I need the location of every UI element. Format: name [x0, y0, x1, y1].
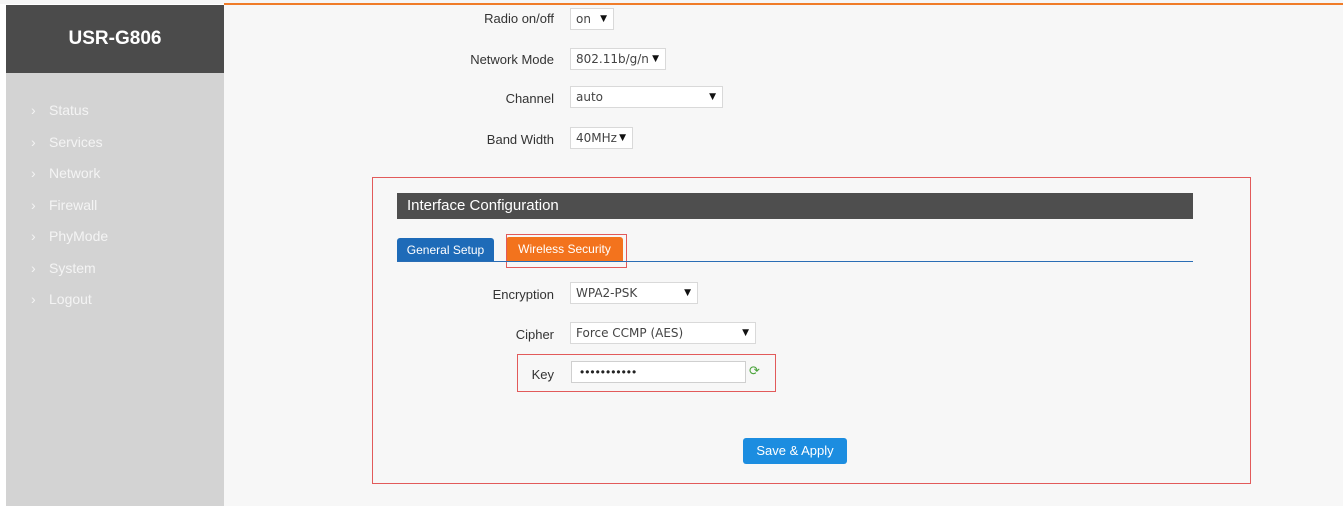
encryption-select[interactable]: WPA2-PSK ▼: [570, 282, 698, 304]
key-label: Key: [531, 367, 554, 382]
caret-down-icon: ▼: [742, 328, 749, 338]
sidebar-item-logout[interactable]: › Logout: [6, 284, 224, 316]
channel-select[interactable]: auto ▼: [570, 86, 723, 108]
chevron-right-icon: ›: [31, 133, 36, 150]
cipher-label: Cipher: [515, 327, 554, 342]
sidebar-item-services[interactable]: › Services: [6, 127, 224, 159]
refresh-icon[interactable]: ⟳: [749, 363, 763, 379]
tab-underline: [397, 261, 1193, 262]
caret-down-icon: ▼: [684, 288, 691, 298]
network-mode-select[interactable]: 802.11b/g/n ▼: [570, 48, 666, 70]
bandwidth-label: Band Width: [486, 132, 554, 147]
radio-label: Radio on/off: [484, 11, 554, 26]
caret-down-icon: ▼: [709, 92, 716, 102]
radio-select[interactable]: on ▼: [570, 8, 614, 30]
network-mode-label: Network Mode: [470, 52, 554, 67]
channel-label: Channel: [505, 91, 554, 106]
sidebar-nav: › Status › Services › Network › Firewall › Ph…: [6, 95, 224, 316]
top-border: [0, 0, 1343, 5]
sidebar-item-label: Network: [49, 165, 101, 181]
chevron-right-icon: ›: [31, 196, 36, 213]
caret-down-icon: ▼: [600, 14, 607, 24]
bandwidth-select[interactable]: 40MHz ▼: [570, 127, 633, 149]
caret-down-icon: ▼: [619, 133, 626, 143]
chevron-right-icon: ›: [31, 228, 36, 244]
sidebar-item-label: Status: [49, 102, 89, 118]
chevron-right-icon: ›: [31, 102, 36, 118]
cipher-select[interactable]: Force CCMP (AES) ▼: [570, 322, 756, 344]
sidebar-item-label: System: [49, 259, 96, 276]
chevron-right-icon: ›: [31, 165, 36, 181]
radio-value: on: [576, 12, 591, 26]
network-mode-value: 802.11b/g/n: [576, 52, 649, 66]
sidebar-item-label: Services: [49, 133, 103, 150]
cipher-value: Force CCMP (AES): [576, 326, 684, 340]
interface-config-title: Interface Configuration: [397, 193, 1193, 219]
sidebar-item-label: Firewall: [49, 196, 98, 213]
save-apply-button[interactable]: Save & Apply: [743, 438, 847, 464]
sidebar-item-phymode[interactable]: › PhyMode: [6, 221, 224, 253]
sidebar-item-firewall[interactable]: › Firewall: [6, 190, 224, 222]
chevron-right-icon: ›: [31, 259, 36, 276]
sidebar: USR-G806 › Status › Services › Network › Fir…: [6, 5, 224, 506]
wireless-tab-highlight: [506, 234, 627, 268]
sidebar-item-network[interactable]: › Network: [6, 158, 224, 190]
key-input[interactable]: •••••••••••: [571, 361, 746, 383]
tab-general-setup[interactable]: General Setup: [397, 238, 494, 262]
encryption-value: WPA2-PSK: [576, 286, 638, 300]
sidebar-item-system[interactable]: › System: [6, 253, 224, 285]
bandwidth-value: 40MHz: [576, 131, 617, 145]
sidebar-item-label: Logout: [49, 291, 92, 307]
sidebar-item-status[interactable]: › Status: [6, 95, 224, 127]
sidebar-item-label: PhyMode: [49, 228, 109, 244]
encryption-label: Encryption: [492, 287, 554, 302]
caret-down-icon: ▼: [652, 54, 659, 64]
main-content: Radio on/off on ▼ Network Mode 802.11b/g…: [224, 5, 1343, 506]
chevron-right-icon: ›: [31, 291, 36, 307]
brand-title: USR-G806: [6, 5, 224, 73]
channel-value: auto: [576, 90, 604, 104]
